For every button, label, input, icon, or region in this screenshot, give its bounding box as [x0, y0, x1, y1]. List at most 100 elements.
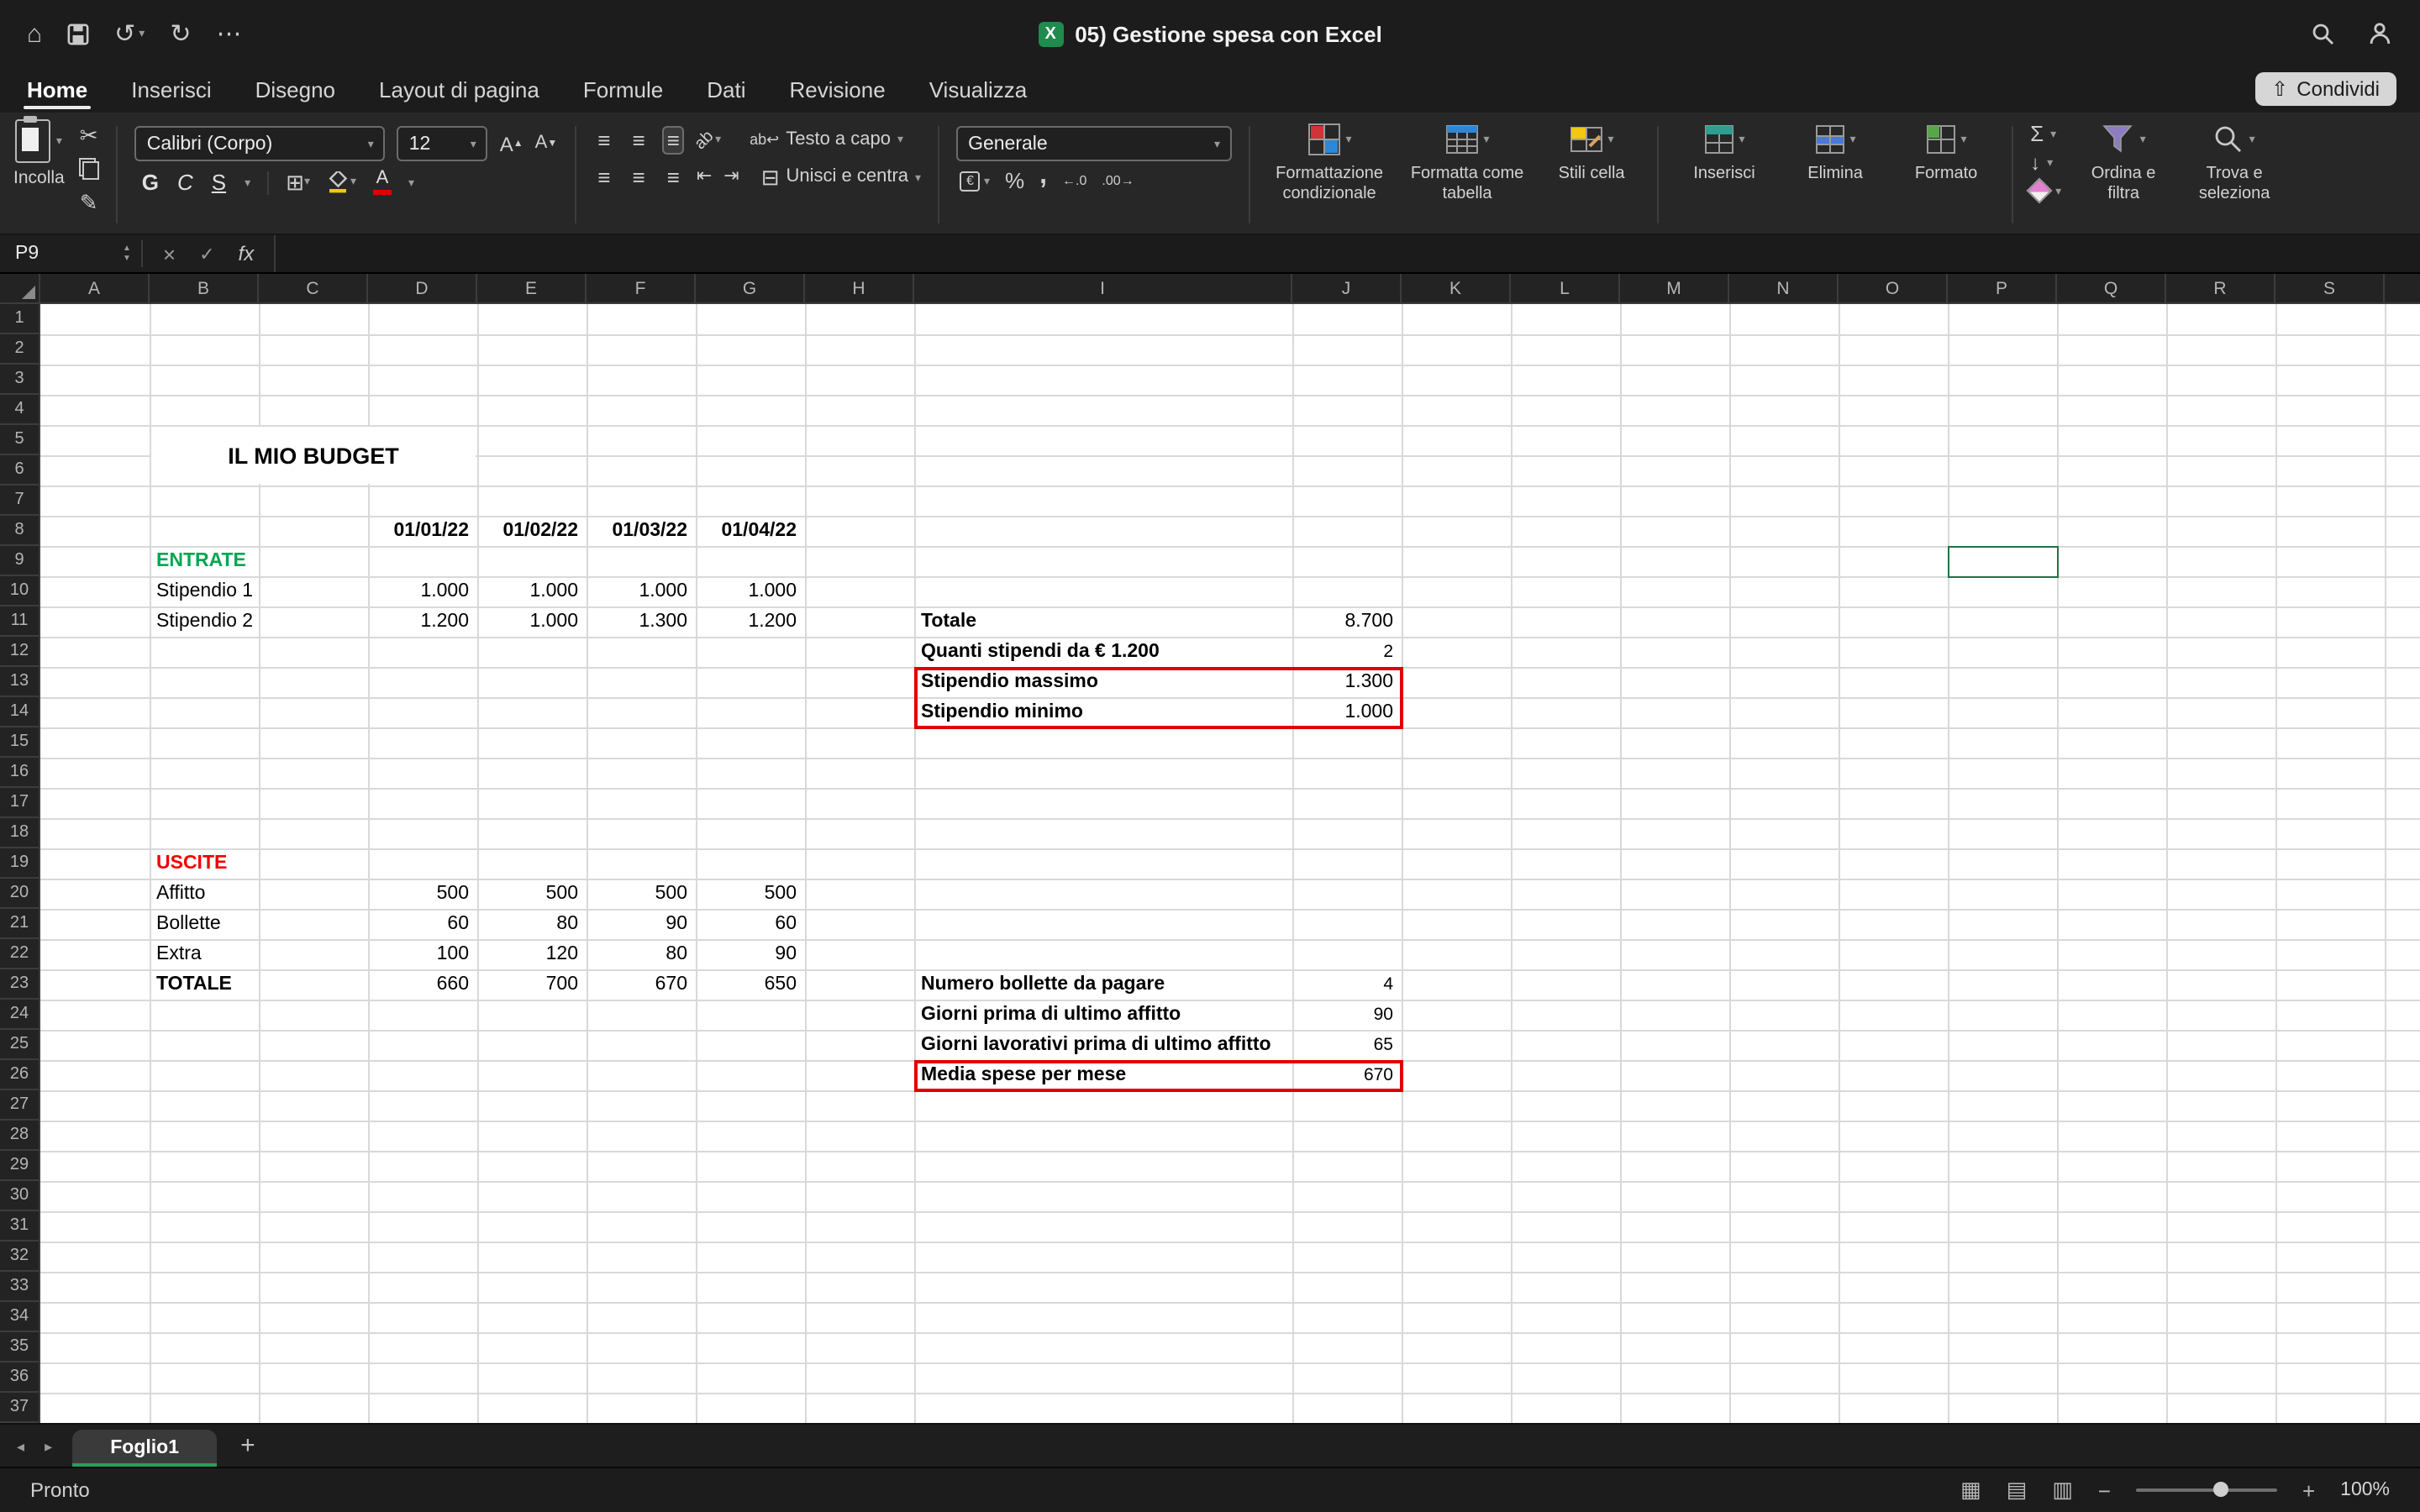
column-header-A[interactable]: A	[40, 274, 150, 302]
search-icon[interactable]	[2311, 22, 2334, 45]
cell-J11[interactable]: 8.700	[1292, 606, 1393, 637]
merge-center-button[interactable]: ⊟ Unisci e centra ▾	[761, 166, 921, 188]
cell-G23[interactable]: 650	[696, 969, 797, 1000]
cell-J24[interactable]: 90	[1292, 1000, 1393, 1030]
tab-visualizza[interactable]: Visualizza	[929, 71, 1028, 109]
row-header-7[interactable]: 7	[0, 486, 39, 516]
cell-I24[interactable]: Giorni prima di ultimo affitto	[921, 1000, 1181, 1030]
cell-I25[interactable]: Giorni lavorativi prima di ultimo affitt…	[921, 1030, 1271, 1060]
wrap-text-button[interactable]: ab↩ Testo a capo ▾	[750, 129, 903, 150]
cell-F10[interactable]: 1.000	[587, 576, 687, 606]
decrease-font-icon[interactable]: A▼	[535, 134, 558, 153]
cell-B23[interactable]: TOTALE	[156, 969, 232, 1000]
page-layout-view-icon[interactable]: ▤	[2007, 1477, 2028, 1504]
cell-B21[interactable]: Bollette	[156, 909, 221, 939]
tab-inserisci[interactable]: Inserisci	[131, 71, 211, 109]
cell-G22[interactable]: 90	[696, 939, 797, 969]
cell-B9[interactable]: ENTRATE	[156, 546, 246, 576]
column-header-H[interactable]: H	[805, 274, 914, 302]
row-header-13[interactable]: 13	[0, 667, 39, 697]
row-header-21[interactable]: 21	[0, 909, 39, 939]
comma-style-button[interactable]: ,	[1039, 169, 1047, 182]
cell-G8[interactable]: 01/04/22	[696, 516, 797, 546]
row-header-37[interactable]: 37	[0, 1393, 39, 1423]
row-header-34[interactable]: 34	[0, 1302, 39, 1332]
orientation-button[interactable]: ab▾	[697, 132, 721, 149]
account-icon[interactable]	[2368, 22, 2393, 45]
align-left-button[interactable]: ≡	[592, 163, 615, 192]
cell-I26[interactable]: Media spese per mese	[921, 1060, 1126, 1090]
cancel-icon[interactable]: ×	[163, 241, 176, 266]
zoom-slider-thumb[interactable]	[2213, 1482, 2228, 1497]
row-header-29[interactable]: 29	[0, 1151, 39, 1181]
column-header-G[interactable]: G	[696, 274, 805, 302]
more-options-icon[interactable]: ⋯	[216, 21, 241, 46]
row-header-24[interactable]: 24	[0, 1000, 39, 1030]
tab-revisione[interactable]: Revisione	[790, 71, 886, 109]
copy-icon[interactable]	[80, 158, 100, 180]
row-header-1[interactable]: 1	[0, 304, 39, 334]
undo-button[interactable]: ↺▾	[114, 21, 145, 46]
cell-B20[interactable]: Affitto	[156, 879, 205, 909]
column-header-Q[interactable]: Q	[2057, 274, 2166, 302]
underline-button[interactable]: S	[212, 170, 226, 195]
format-as-table-button[interactable]: ▾ Formatta come tabella	[1405, 119, 1529, 230]
cell-E20[interactable]: 500	[477, 879, 578, 909]
column-header-S[interactable]: S	[2275, 274, 2385, 302]
row-header-4[interactable]: 4	[0, 395, 39, 425]
cell-styles-button[interactable]: ▾ Stili cella	[1543, 119, 1640, 230]
save-icon[interactable]	[67, 23, 89, 45]
cell-F20[interactable]: 500	[587, 879, 687, 909]
cell-B10[interactable]: Stipendio 1	[156, 576, 253, 606]
tab-home[interactable]: Home	[27, 71, 87, 109]
align-top-button[interactable]: ≡	[592, 126, 615, 155]
row-header-32[interactable]: 32	[0, 1242, 39, 1272]
decrease-decimal-icon[interactable]: .00→	[1102, 174, 1134, 187]
cell-D20[interactable]: 500	[368, 879, 469, 909]
column-header-E[interactable]: E	[477, 274, 587, 302]
fill-color-button[interactable]: ▾	[327, 171, 356, 193]
name-box-stepper[interactable]: ▲▼	[113, 235, 141, 272]
tab-dati[interactable]: Dati	[707, 71, 745, 109]
cell-D11[interactable]: 1.200	[368, 606, 469, 637]
column-header-K[interactable]: K	[1402, 274, 1511, 302]
row-header-2[interactable]: 2	[0, 334, 39, 365]
cell-J26[interactable]: 670	[1292, 1060, 1393, 1090]
delete-cells-button[interactable]: ▾ Elimina	[1786, 119, 1884, 230]
cell-E10[interactable]: 1.000	[477, 576, 578, 606]
cell-I13[interactable]: Stipendio massimo	[921, 667, 1098, 697]
column-header-J[interactable]: J	[1292, 274, 1402, 302]
cell-G11[interactable]: 1.200	[696, 606, 797, 637]
cell-F23[interactable]: 670	[587, 969, 687, 1000]
tab-formule[interactable]: Formule	[583, 71, 663, 109]
row-header-20[interactable]: 20	[0, 879, 39, 909]
paste-button[interactable]: ▾ Incolla	[13, 119, 65, 188]
cell-E22[interactable]: 120	[477, 939, 578, 969]
row-header-18[interactable]: 18	[0, 818, 39, 848]
increase-decimal-icon[interactable]: ←.0	[1062, 174, 1086, 187]
row-header-8[interactable]: 8	[0, 516, 39, 546]
column-header-C[interactable]: C	[259, 274, 368, 302]
page-break-view-icon[interactable]: ▥	[2052, 1477, 2073, 1504]
cell-F21[interactable]: 90	[587, 909, 687, 939]
cell-E8[interactable]: 01/02/22	[477, 516, 578, 546]
normal-view-icon[interactable]: ▦	[1960, 1477, 1981, 1504]
row-header-23[interactable]: 23	[0, 969, 39, 1000]
autosum-button[interactable]: Σ ▾	[2030, 123, 2061, 144]
font-size-select[interactable]: 12 ▾	[397, 126, 488, 161]
cell-I23[interactable]: Numero bollette da pagare	[921, 969, 1165, 1000]
row-header-27[interactable]: 27	[0, 1090, 39, 1121]
cell-D10[interactable]: 1.000	[368, 576, 469, 606]
select-all-corner[interactable]	[0, 274, 40, 304]
cell-J12[interactable]: 2	[1292, 637, 1393, 667]
zoom-slider[interactable]	[2136, 1488, 2277, 1492]
cell-I12[interactable]: Quanti stipendi da € 1.200	[921, 637, 1160, 667]
column-header-B[interactable]: B	[150, 274, 259, 302]
tab-disegno[interactable]: Disegno	[255, 71, 335, 109]
conditional-formatting-button[interactable]: ▾ Formattazione condizionale	[1267, 119, 1392, 230]
cell-I14[interactable]: Stipendio minimo	[921, 697, 1083, 727]
row-header-15[interactable]: 15	[0, 727, 39, 758]
clear-button[interactable]: ▾	[2030, 181, 2061, 200]
cell-E21[interactable]: 80	[477, 909, 578, 939]
row-header-3[interactable]: 3	[0, 365, 39, 395]
